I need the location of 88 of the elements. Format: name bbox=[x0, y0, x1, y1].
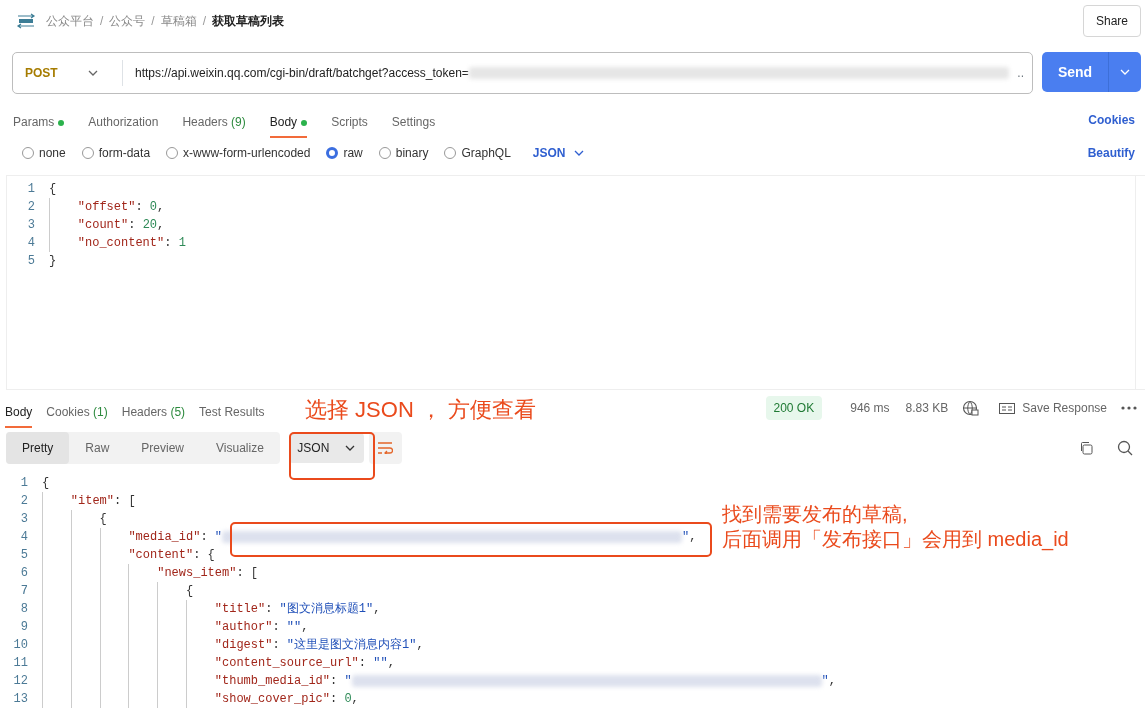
radio-option[interactable]: form-data bbox=[81, 144, 151, 162]
save-response-icon bbox=[999, 402, 1016, 414]
format-dropdown[interactable]: JSON bbox=[526, 143, 590, 163]
line-number: 2 bbox=[26, 199, 36, 216]
code-line: { bbox=[186, 583, 194, 600]
http-icon bbox=[16, 13, 36, 29]
line-number: 3 bbox=[26, 217, 36, 234]
breadcrumb-link[interactable]: 公众平台 bbox=[46, 12, 94, 30]
line-number: 1 bbox=[26, 181, 36, 198]
save-response-button[interactable]: Save Response bbox=[1022, 399, 1107, 417]
breadcrumb-separator: / bbox=[100, 13, 104, 30]
breadcrumb-separator: / bbox=[202, 13, 207, 30]
view-mode-tab[interactable]: Visualize bbox=[200, 432, 280, 464]
code-line: "offset": 0, bbox=[77, 199, 165, 216]
annotation-text: 找到需要发布的草稿, 后面调用「发布接口」会用到 media_id bbox=[722, 502, 1069, 552]
view-mode-tab[interactable]: Raw bbox=[69, 432, 126, 464]
breadcrumb-link[interactable]: 公众号 bbox=[109, 12, 146, 30]
breadcrumb-link[interactable]: 草稿箱 bbox=[160, 12, 197, 30]
line-number: 7 bbox=[19, 583, 29, 600]
response-time: 946 ms bbox=[850, 400, 890, 417]
line-number: 10 bbox=[12, 637, 29, 654]
radio-option[interactable]: x-www-form-urlencoded bbox=[166, 144, 311, 162]
breadcrumb-separator: / bbox=[151, 13, 155, 30]
page-title: 获取草稿列表 bbox=[212, 13, 285, 30]
code-line: } bbox=[49, 253, 57, 270]
request-tab[interactable]: Headers (9) bbox=[182, 108, 246, 138]
response-tab[interactable]: Cookies (1) bbox=[46, 398, 108, 428]
line-number: 4 bbox=[19, 529, 29, 546]
chevron-down-icon bbox=[573, 150, 584, 156]
response-tab[interactable]: Body bbox=[5, 398, 33, 428]
radio-option[interactable]: binary bbox=[378, 144, 429, 162]
line-number: 5 bbox=[26, 253, 36, 270]
beautify-link[interactable]: Beautify bbox=[1081, 143, 1141, 163]
code-line: "count": 20, bbox=[77, 217, 165, 234]
ellipsis: .. bbox=[1016, 65, 1025, 82]
code-line: "news_item": [ bbox=[157, 565, 258, 582]
radio-option[interactable]: raw bbox=[326, 144, 363, 162]
view-mode-tab[interactable]: Pretty bbox=[6, 432, 70, 464]
line-number: 8 bbox=[19, 601, 29, 618]
code-line: "no_content": 1 bbox=[77, 235, 186, 252]
view-mode-tab[interactable]: Preview bbox=[125, 432, 201, 464]
radio-option[interactable]: GraphQL bbox=[444, 144, 511, 162]
line-number: 5 bbox=[19, 547, 29, 564]
request-tab[interactable]: Authorization bbox=[88, 108, 159, 138]
method-dropdown[interactable]: POST bbox=[13, 60, 123, 86]
line-number: 2 bbox=[19, 493, 29, 510]
line-number: 12 bbox=[12, 673, 29, 690]
response-tab[interactable]: Test Results bbox=[199, 398, 265, 428]
line-number: 4 bbox=[26, 235, 36, 252]
search-icon bbox=[1117, 440, 1133, 456]
wrap-icon bbox=[377, 442, 394, 454]
annotation-text: 选择 JSON ， 方便查看 bbox=[305, 396, 536, 424]
response-tab[interactable]: Headers (5) bbox=[121, 398, 186, 428]
code-line: "title": "图文消息标题1", bbox=[214, 601, 381, 618]
more-icon bbox=[1121, 406, 1137, 410]
line-number: 3 bbox=[19, 511, 29, 528]
code-line: { bbox=[99, 511, 107, 528]
line-number: 1 bbox=[19, 475, 29, 492]
line-number: 11 bbox=[12, 655, 29, 672]
response-size: 8.83 KB bbox=[905, 400, 949, 417]
url-text: https://api.weixin.qq.com/cgi-bin/draft/batchget?access_token= bbox=[134, 65, 469, 82]
chevron-down-icon bbox=[88, 70, 98, 76]
chevron-down-icon bbox=[1120, 69, 1130, 75]
response-format-dropdown[interactable]: JSON bbox=[288, 433, 364, 463]
request-tab[interactable]: Params bbox=[13, 108, 65, 138]
code-line: { bbox=[42, 475, 50, 492]
request-tab[interactable]: Body bbox=[269, 108, 308, 138]
cookies-link[interactable]: Cookies bbox=[1082, 110, 1141, 130]
code-line: "content": { bbox=[128, 547, 215, 564]
request-tab[interactable]: Settings bbox=[391, 108, 436, 138]
globe-lock-icon bbox=[962, 399, 980, 417]
code-line: "show_cover_pic": 0, bbox=[214, 691, 359, 708]
status-badge: 200 OK bbox=[765, 396, 823, 420]
chevron-down-icon bbox=[345, 445, 356, 451]
code-line: "author": "", bbox=[214, 619, 309, 636]
code-line: "thumb_media_id": " ", bbox=[214, 673, 836, 690]
copy-icon bbox=[1079, 441, 1093, 455]
line-number: 6 bbox=[19, 565, 29, 582]
request-tab[interactable]: Scripts bbox=[331, 108, 368, 138]
wrap-lines-button[interactable] bbox=[368, 432, 402, 464]
code-line: "content_source_url": "", bbox=[214, 655, 395, 672]
line-number: 13 bbox=[12, 691, 29, 708]
code-line: "digest": "这里是图文消息内容1", bbox=[214, 637, 424, 654]
share-button[interactable]: Share bbox=[1082, 5, 1141, 37]
code-line: { bbox=[49, 181, 57, 198]
code-line: "item": [ bbox=[70, 493, 136, 510]
radio-option[interactable]: none bbox=[22, 144, 66, 162]
line-number: 9 bbox=[19, 619, 29, 636]
